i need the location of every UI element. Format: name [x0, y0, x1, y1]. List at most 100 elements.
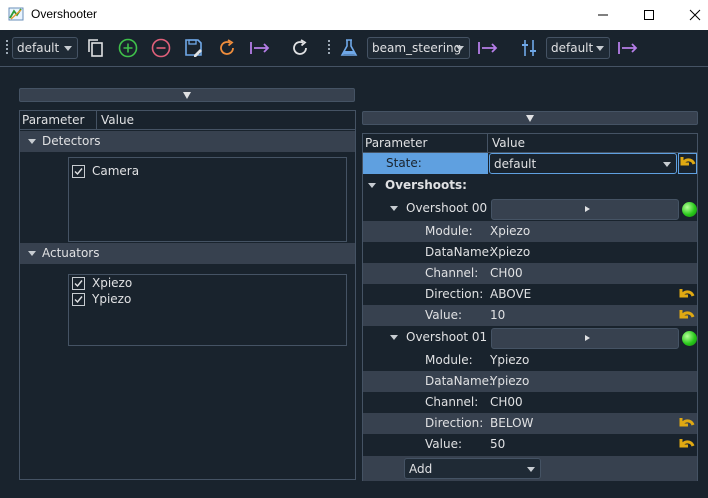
column-header-parameter: Parameter	[365, 136, 428, 150]
param-value[interactable]: ABOVE	[490, 287, 531, 301]
minimize-icon	[598, 14, 608, 16]
table-row: Direction: BELOW	[363, 413, 697, 434]
close-icon	[689, 9, 701, 21]
settings-combo-value: default	[551, 41, 594, 55]
minimize-button[interactable]	[580, 0, 626, 30]
add-combo-value: Add	[409, 462, 433, 476]
triangle-down-icon	[183, 92, 191, 99]
state-reset-button[interactable]	[678, 153, 697, 174]
close-button[interactable]	[672, 0, 708, 30]
copy-icon[interactable]	[85, 37, 107, 59]
window-title: Overshooter	[31, 7, 98, 21]
table-row: Channel: CH00	[363, 392, 697, 413]
add-combo[interactable]: Add	[404, 458, 541, 479]
left-parameter-tree: Parameter Value Detectors Camera Actuato…	[19, 110, 356, 480]
right-parameter-tree: Parameter Value State: default Overshoot…	[362, 133, 698, 481]
expand-arrow-icon[interactable]	[368, 183, 376, 188]
right-collapse-button[interactable]	[362, 111, 698, 125]
overshoots-group-row[interactable]: Overshoots:	[363, 175, 697, 196]
toolbar: default beam_steering default	[0, 30, 708, 67]
undo-icon[interactable]	[678, 416, 696, 432]
param-value[interactable]: 50	[490, 437, 505, 451]
undo-icon[interactable]	[678, 437, 696, 453]
actuator-label: Ypiezo	[92, 292, 132, 306]
chevron-down-icon	[456, 46, 464, 51]
apply-arrow-icon[interactable]	[249, 37, 271, 59]
state-label: State:	[386, 156, 422, 170]
param-value[interactable]: Ypiezo	[490, 353, 529, 367]
expand-arrow-icon[interactable]	[28, 251, 36, 256]
add-row: Add	[363, 456, 697, 481]
check-icon	[74, 168, 83, 176]
overshoot-01-label: Overshoot 01	[406, 330, 488, 344]
toolbar-grip[interactable]	[327, 38, 331, 58]
param-label: Value:	[425, 308, 462, 322]
apply-arrow-icon[interactable]	[477, 37, 499, 59]
overshoot-group-row[interactable]: Overshoot 00	[363, 198, 697, 220]
table-row: Value: 50	[363, 434, 697, 455]
add-icon[interactable]	[117, 37, 139, 59]
status-led-icon	[682, 202, 697, 217]
maximize-button[interactable]	[626, 0, 672, 30]
toolbar-grip[interactable]	[5, 38, 9, 58]
group-actuators[interactable]: Actuators	[20, 243, 355, 264]
expand-arrow-icon[interactable]	[28, 139, 36, 144]
table-row: DataName: Ypiezo	[363, 371, 697, 392]
undo-icon[interactable]	[678, 308, 696, 324]
chevron-down-icon	[64, 46, 72, 51]
preset-combo[interactable]: beam_steering	[367, 37, 470, 59]
overshoot-group-row[interactable]: Overshoot 01	[363, 327, 697, 349]
param-value[interactable]: Ypiezo	[490, 374, 529, 388]
param-value[interactable]: Xpiezo	[490, 224, 530, 238]
preset-combo-value: beam_steering	[372, 41, 462, 55]
detector-label: Camera	[92, 164, 140, 178]
apply-arrow-icon[interactable]	[617, 37, 639, 59]
detectors-list[interactable]: Camera	[68, 157, 347, 242]
layout-combo-value: default	[17, 41, 60, 55]
state-row-label[interactable]: State:	[363, 153, 488, 174]
param-value[interactable]: CH00	[490, 395, 523, 409]
left-tree-header: Parameter Value	[20, 111, 355, 130]
checkbox[interactable]	[72, 165, 85, 178]
group-detectors[interactable]: Detectors	[20, 131, 355, 152]
param-value[interactable]: 10	[490, 308, 505, 322]
param-label: Module:	[425, 224, 473, 238]
param-label: DataName:	[425, 245, 494, 259]
layout-combo[interactable]: default	[12, 37, 78, 59]
expand-arrow-icon[interactable]	[390, 335, 398, 340]
param-label: Direction:	[425, 287, 484, 301]
state-combo[interactable]: default	[489, 153, 677, 174]
flask-icon[interactable]	[338, 37, 360, 59]
overshoot-00-label: Overshoot 00	[406, 201, 488, 215]
param-label: Value:	[425, 437, 462, 451]
expand-arrow-icon[interactable]	[390, 206, 398, 211]
overshoot-00-run-button[interactable]	[491, 199, 679, 220]
settings-combo[interactable]: default	[546, 37, 610, 59]
param-value[interactable]: Xpiezo	[490, 245, 530, 259]
app-icon	[8, 6, 24, 22]
refresh-icon[interactable]	[216, 37, 238, 59]
overshoot-01-run-button[interactable]	[491, 328, 679, 349]
param-value[interactable]: BELOW	[490, 416, 533, 430]
param-label: Direction:	[425, 416, 484, 430]
status-led-icon	[682, 331, 697, 346]
left-collapse-button[interactable]	[19, 88, 355, 102]
remove-icon[interactable]	[150, 37, 172, 59]
checkbox[interactable]	[72, 293, 85, 306]
checkbox[interactable]	[72, 277, 85, 290]
column-header-value: Value	[492, 136, 525, 150]
overshoots-label: Overshoots:	[385, 178, 467, 192]
param-label: Module:	[425, 353, 473, 367]
undo-icon[interactable]	[678, 287, 696, 303]
table-row: Value: 10	[363, 305, 697, 326]
group-detectors-label: Detectors	[42, 134, 101, 148]
sliders-icon[interactable]	[518, 37, 540, 59]
triangle-down-icon	[526, 115, 534, 122]
reload-icon[interactable]	[289, 37, 311, 59]
actuator-label: Xpiezo	[92, 276, 133, 290]
save-edit-icon[interactable]	[183, 37, 205, 59]
actuators-list[interactable]: Xpiezo Ypiezo	[68, 274, 347, 346]
column-header-value: Value	[101, 113, 134, 127]
table-row: Direction: ABOVE	[363, 284, 697, 305]
param-value[interactable]: CH00	[490, 266, 523, 280]
